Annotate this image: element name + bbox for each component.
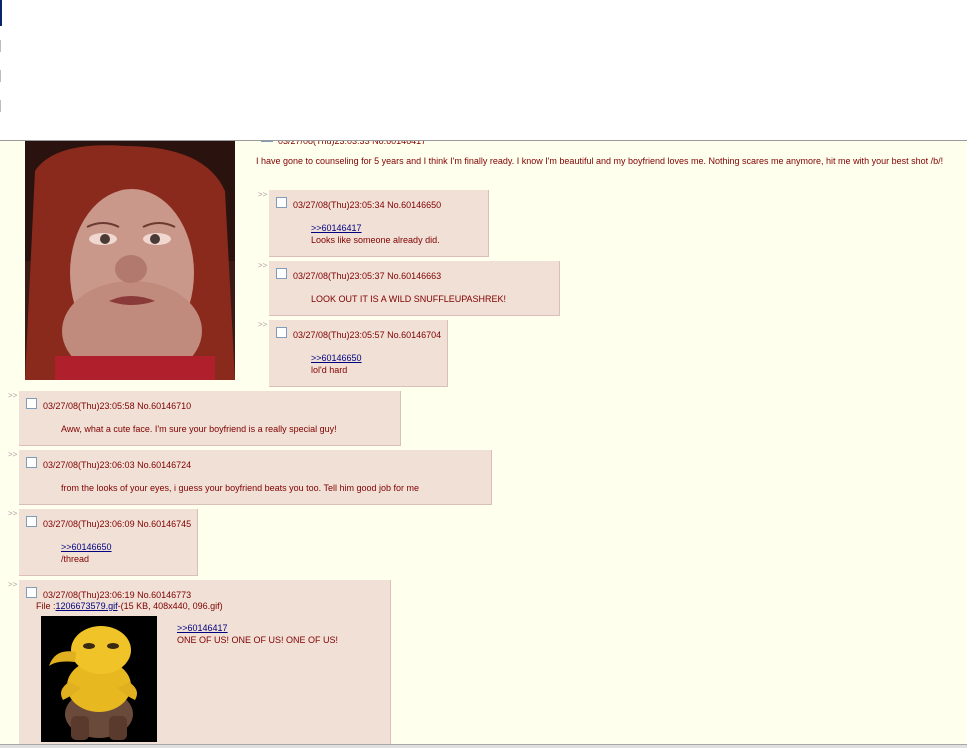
edge-tick xyxy=(0,70,1,82)
reply-doubledash: >> xyxy=(258,190,268,199)
file-info-line: File :1206673579.gif-(15 KB, 408x440, 09… xyxy=(36,601,223,611)
edge-tick xyxy=(0,40,1,52)
reply-header: 03/27/08(Thu)23:05:57 No.60146704 xyxy=(293,330,442,340)
window-edge-marker xyxy=(0,0,2,26)
reply-post: 03/27/08(Thu)23:06:09 No.60146745 >>6014… xyxy=(19,509,198,576)
reply-post: 03/27/08(Thu)23:06:03 No.60146724 from t… xyxy=(19,450,492,505)
reply-doubledash: >> xyxy=(258,261,268,270)
reply-text: Looks like someone already did. xyxy=(311,235,440,245)
reply-header: 03/27/08(Thu)23:05:34 No.60146650 xyxy=(293,200,442,210)
reply-header: 03/27/08(Thu)23:06:19 No.60146773 xyxy=(43,590,192,600)
reply-body: >>60146650 lol'd hard xyxy=(311,352,362,376)
reply-doubledash: >> xyxy=(8,391,18,400)
reply-text: from the looks of your eyes, i guess you… xyxy=(61,483,420,493)
reply-doubledash: >> xyxy=(258,320,268,329)
checkbox-icon[interactable] xyxy=(276,268,287,279)
reply-post: 03/27/08(Thu)23:05:34 No.60146650 >>6014… xyxy=(269,190,489,257)
reply-header: 03/27/08(Thu)23:05:58 No.60146710 xyxy=(43,401,192,411)
checkbox-icon[interactable] xyxy=(26,457,37,468)
reply-body: from the looks of your eyes, i guess you… xyxy=(61,482,419,494)
reply-text: /thread xyxy=(61,554,90,564)
checkbox-icon[interactable] xyxy=(26,398,37,409)
reply-post: 03/27/08(Thu)23:05:57 No.60146704 >>6014… xyxy=(269,320,448,387)
file-prefix: File : xyxy=(36,601,56,611)
quote-link[interactable]: >>60146650 xyxy=(311,353,362,363)
reply-post: 03/27/08(Thu)23:06:19 No.60146773 File :… xyxy=(19,580,391,745)
file-details: -(15 KB, 408x440, 096.gif) xyxy=(117,601,223,611)
blank-top-area xyxy=(0,0,967,141)
quote-link[interactable]: >>60146650 xyxy=(61,542,112,552)
checkbox-icon[interactable] xyxy=(26,587,37,598)
bottom-border xyxy=(0,744,967,748)
reply-post: 03/27/08(Thu)23:05:37 No.60146663 LOOK O… xyxy=(269,261,560,316)
reply-text: ONE OF US! ONE OF US! ONE OF US! xyxy=(177,635,339,645)
reply-doubledash: >> xyxy=(8,509,18,518)
reply-header: 03/27/08(Thu)23:05:37 No.60146663 xyxy=(293,271,442,281)
reply-body: LOOK OUT IT IS A WILD SNUFFLEUPASHREK! xyxy=(311,293,506,305)
reply-body: >>60146417 Looks like someone already di… xyxy=(311,222,440,246)
op-comment: I have gone to counseling for 5 years an… xyxy=(256,156,944,166)
quote-link[interactable]: >>60146417 xyxy=(177,623,228,633)
checkbox-icon[interactable] xyxy=(276,197,287,208)
reply-doubledash: >> xyxy=(8,450,18,459)
checkbox-icon[interactable] xyxy=(26,516,37,527)
reply-body: >>60146417 ONE OF US! ONE OF US! ONE OF … xyxy=(177,622,338,646)
reply-post: 03/27/08(Thu)23:05:58 No.60146710 Aww, w… xyxy=(19,391,401,446)
reply-body: Aww, what a cute face. I'm sure your boy… xyxy=(61,423,337,435)
reply-text: lol'd hard xyxy=(311,365,348,375)
quote-link[interactable]: >>60146417 xyxy=(311,223,362,233)
reply-header: 03/27/08(Thu)23:06:03 No.60146724 xyxy=(43,460,192,470)
reply-body: >>60146650 /thread xyxy=(61,541,112,565)
op-image[interactable] xyxy=(25,141,235,380)
reply-header: 03/27/08(Thu)23:06:09 No.60146745 xyxy=(43,519,192,529)
reply-image-thumbnail[interactable] xyxy=(41,616,157,742)
reply-text: LOOK OUT IT IS A WILD SNUFFLEUPASHREK! xyxy=(311,294,507,304)
checkbox-icon[interactable] xyxy=(276,327,287,338)
reply-text: Aww, what a cute face. I'm sure your boy… xyxy=(61,424,337,434)
file-link[interactable]: 1206673579.gif xyxy=(56,601,118,611)
edge-tick xyxy=(0,100,1,112)
reply-doubledash: >> xyxy=(8,580,18,589)
